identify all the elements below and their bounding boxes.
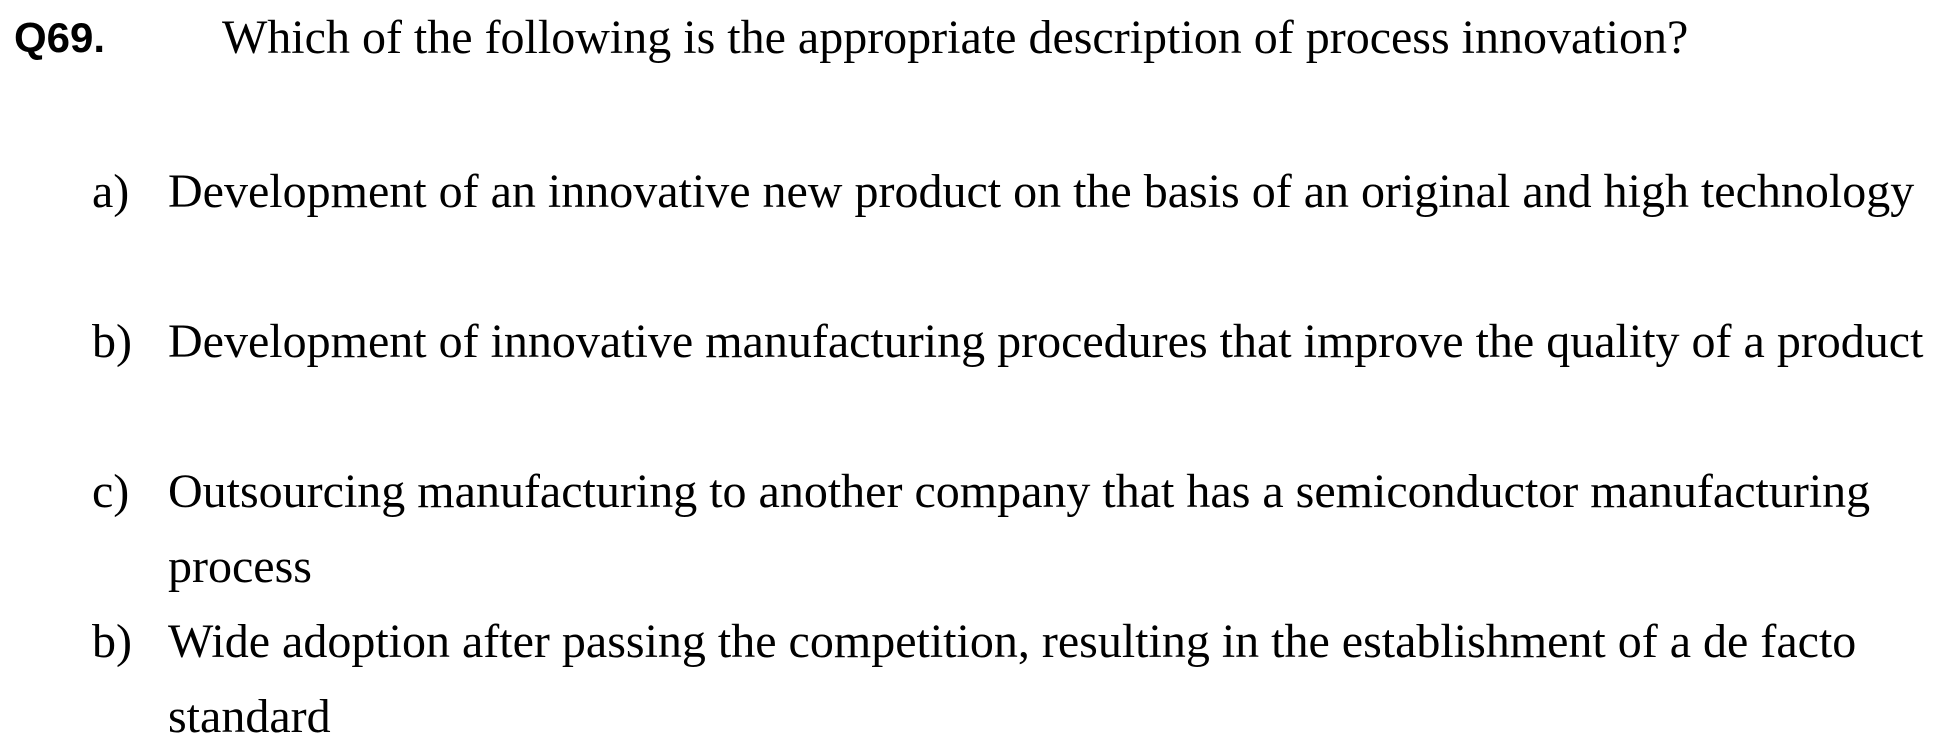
option-text: Development of an innovative new product… [168, 165, 1915, 218]
question-text: Which of the following is the appropriat… [222, 11, 1689, 64]
option-letter: c) [92, 465, 130, 518]
question-number: Q69. [14, 14, 106, 61]
option-text: Outsourcing manufacturing to another com… [168, 465, 1871, 593]
option-letter: b) [92, 315, 132, 368]
question-page: Q69. Which of the following is the appro… [0, 0, 1956, 744]
option-text: Wide adoption after passing the competit… [168, 615, 1857, 743]
option-letter: a) [92, 165, 130, 218]
option-text: Development of innovative manufacturing … [168, 315, 1924, 368]
option-letter: b) [92, 615, 132, 668]
